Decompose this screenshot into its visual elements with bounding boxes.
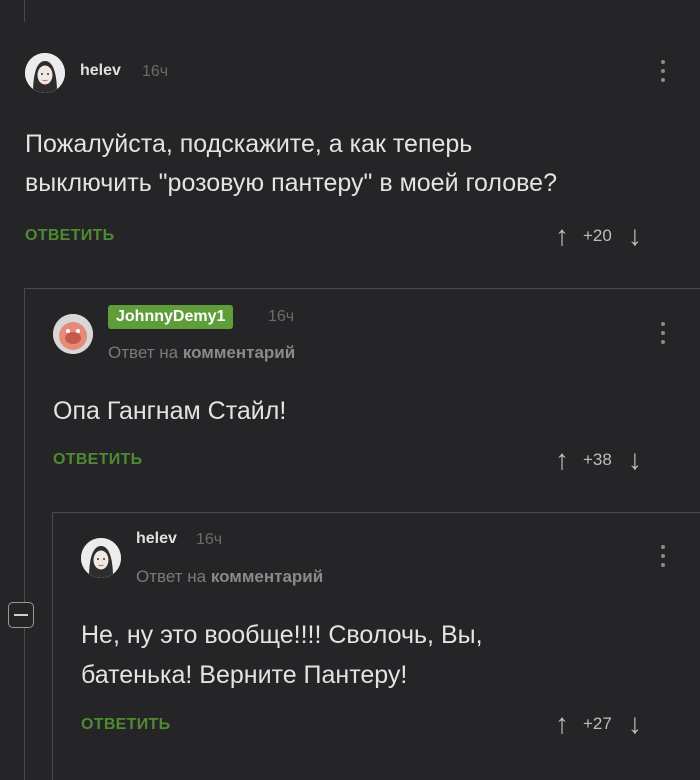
downvote-icon[interactable]: ↓ [628, 710, 642, 738]
thread-line-level-2 [52, 512, 53, 780]
avatar[interactable] [53, 314, 93, 354]
reply-button[interactable]: ОТВЕТИТЬ [25, 227, 114, 245]
comment-text-line-2: батенька! Верните Пантеру! [81, 661, 408, 689]
reply-prefix: Ответ на [136, 567, 207, 586]
collapse-thread-button[interactable] [8, 602, 34, 628]
upvote-icon[interactable]: ↑ [555, 710, 569, 738]
comment-time: 16ч [142, 63, 169, 80]
reply-to-label: Ответ на комментарий [136, 567, 323, 587]
more-vertical-icon[interactable] [660, 322, 666, 349]
reply-button[interactable]: ОТВЕТИТЬ [53, 451, 142, 469]
vote-score: +38 [583, 450, 612, 469]
downvote-icon[interactable]: ↓ [628, 446, 642, 474]
author-name[interactable]: JohnnyDemy1 [108, 305, 234, 329]
upvote-icon[interactable]: ↑ [555, 222, 569, 250]
user-avatar-icon [25, 53, 65, 93]
more-vertical-icon[interactable] [660, 545, 666, 572]
user-avatar-icon [81, 538, 121, 578]
thread-line-top [24, 0, 25, 22]
thread-line-level-1 [24, 288, 25, 780]
author-name[interactable]: helev [136, 530, 177, 548]
comment-time: 16ч [196, 531, 223, 548]
comment-time: 16ч [268, 308, 295, 325]
upvote-icon[interactable]: ↑ [555, 446, 569, 474]
vote-controls: ↑ +38 ↓ [555, 446, 642, 474]
thread-hook-level-1 [24, 288, 700, 289]
reply-target-link[interactable]: комментарий [183, 343, 295, 362]
reply-target-link[interactable]: комментарий [211, 567, 323, 586]
comment-text-line-1: Не, ну это вообще!!!! Сволочь, Вы, [81, 621, 483, 649]
reply-button[interactable]: ОТВЕТИТЬ [81, 716, 170, 734]
reply-prefix: Ответ на [108, 343, 179, 362]
more-vertical-icon[interactable] [660, 60, 666, 87]
reply-to-label: Ответ на комментарий [108, 343, 295, 363]
avatar[interactable] [81, 538, 121, 578]
thread-hook-level-2 [52, 512, 700, 513]
vote-controls: ↑ +27 ↓ [555, 710, 642, 738]
vote-score: +20 [583, 226, 612, 245]
user-avatar-icon [53, 314, 93, 354]
comment-text-line-1: Пожалуйста, подскажите, а как теперь [25, 130, 473, 158]
vote-score: +27 [583, 714, 612, 733]
avatar[interactable] [25, 53, 65, 93]
comment-text-line-1: Опа Гангнам Стайл! [53, 397, 287, 425]
author-name[interactable]: helev [80, 62, 121, 80]
comment-text-line-2: выключить "розовую пантеру" в моей голов… [25, 169, 557, 197]
downvote-icon[interactable]: ↓ [628, 222, 642, 250]
vote-controls: ↑ +20 ↓ [555, 222, 642, 250]
